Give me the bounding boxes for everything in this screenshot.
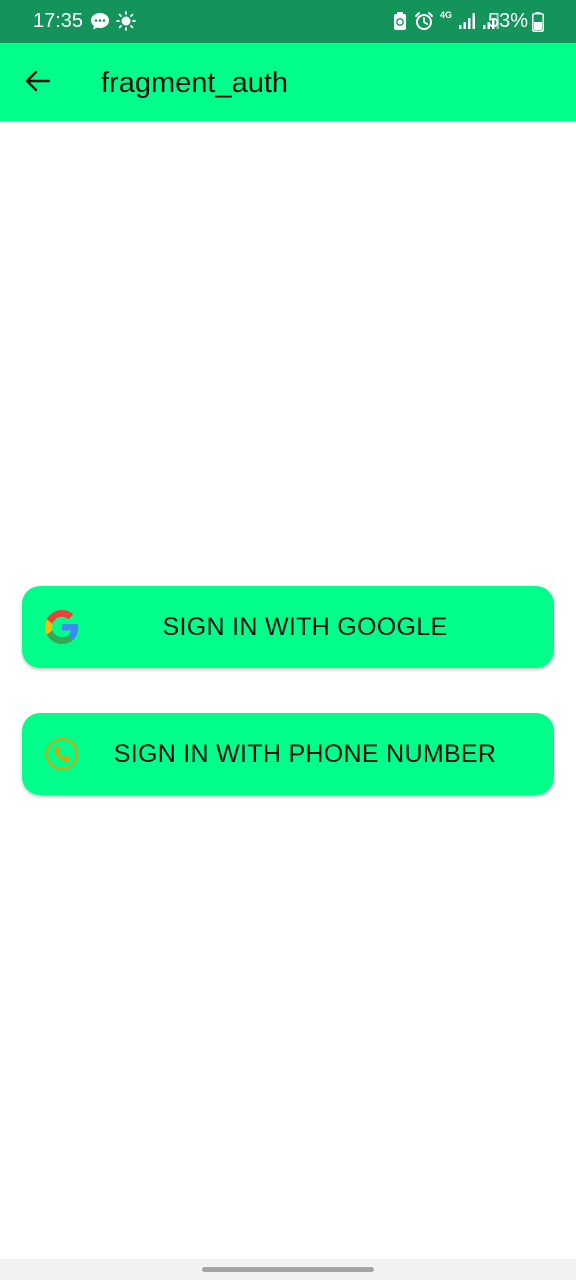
app-bar: fragment_auth: [0, 43, 576, 121]
brightness-icon: [116, 11, 136, 31]
signal-icon: [459, 13, 475, 29]
google-icon: [45, 610, 79, 644]
status-bar: 17:35 4G 53%: [0, 0, 576, 43]
arrow-left-icon: [25, 70, 51, 92]
navigation-bar: [0, 1259, 576, 1280]
sign-in-phone-label: SIGN IN WITH PHONE NUMBER: [113, 739, 497, 768]
sign-in-phone-button[interactable]: SIGN IN WITH PHONE NUMBER: [22, 713, 554, 795]
sign-in-google-button[interactable]: SIGN IN WITH GOOGLE: [22, 586, 554, 668]
phone-icon: [46, 738, 78, 770]
chat-icon: [91, 13, 109, 30]
sign-in-google-label: SIGN IN WITH GOOGLE: [162, 612, 448, 641]
app-title: fragment_auth: [101, 67, 289, 99]
back-button[interactable]: [20, 63, 56, 99]
battery-percent: 53%: [487, 10, 528, 32]
status-left-icons: [90, 10, 136, 32]
alarm-icon: [414, 12, 433, 30]
status-time: 17:35: [33, 10, 84, 32]
status-right-icons: 4G: [392, 10, 500, 32]
network-type: 4G: [439, 10, 452, 20]
battery-icon: [532, 12, 544, 32]
home-indicator[interactable]: [202, 1267, 374, 1272]
recycle-icon: [393, 12, 406, 30]
